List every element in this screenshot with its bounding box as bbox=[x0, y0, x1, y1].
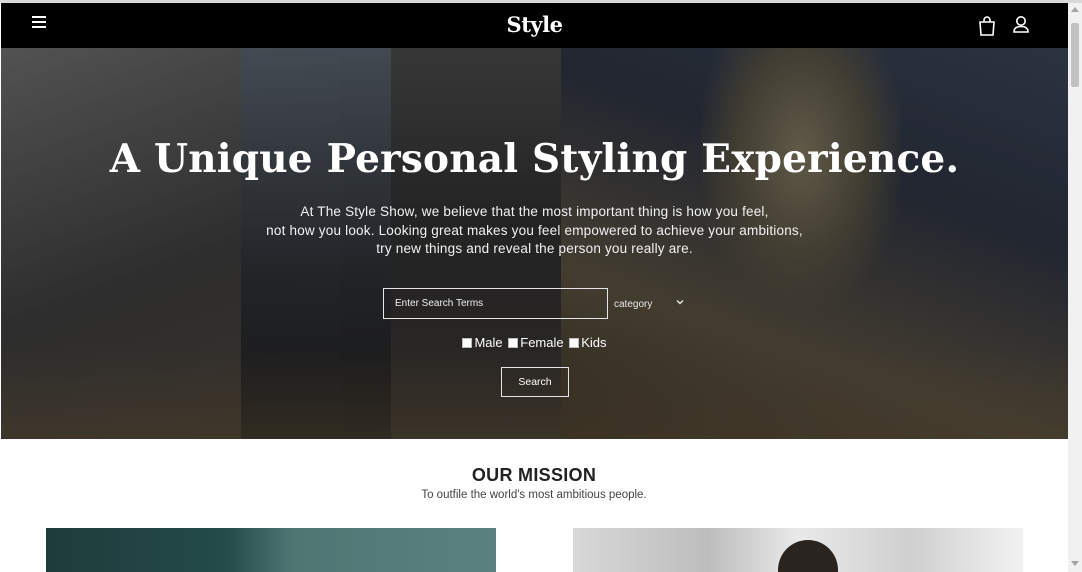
vertical-scrollbar[interactable] bbox=[1068, 3, 1082, 572]
mission-title: OUR MISSION bbox=[471, 465, 597, 485]
mission-image-right[interactable] bbox=[573, 528, 1023, 572]
hero-description-line: At The Style Show, we believe that the m… bbox=[300, 204, 769, 219]
checkbox-label: Male bbox=[474, 335, 503, 350]
search-input[interactable] bbox=[383, 288, 608, 319]
mission-subtitle: To outfile the world's most ambitious pe… bbox=[421, 489, 647, 501]
hero-title: A Unique Personal Styling Experience. bbox=[109, 136, 960, 182]
brand-logo[interactable]: Style bbox=[1, 12, 1068, 37]
scroll-down-arrow-icon[interactable] bbox=[1071, 561, 1079, 566]
checkbox-box[interactable] bbox=[462, 337, 473, 348]
user-account-icon[interactable] bbox=[1011, 14, 1031, 36]
shopping-bag-icon[interactable] bbox=[977, 15, 997, 37]
mission-image-left[interactable] bbox=[46, 528, 496, 572]
scroll-up-arrow-icon[interactable] bbox=[1071, 7, 1079, 12]
checkbox-box[interactable] bbox=[569, 337, 580, 348]
chevron-down-icon bbox=[676, 300, 684, 305]
checkbox-kids[interactable]: Kids bbox=[569, 335, 607, 350]
portrait-head bbox=[778, 540, 838, 572]
search-button[interactable]: Search bbox=[501, 367, 569, 397]
hero-description: At The Style Show, we believe that the m… bbox=[1, 203, 1068, 259]
checkbox-box[interactable] bbox=[508, 337, 519, 348]
navbar: Style bbox=[1, 3, 1068, 48]
checkbox-male[interactable]: Male bbox=[462, 335, 503, 350]
hero-banner: A Unique Personal Styling Experience. At… bbox=[1, 48, 1068, 439]
category-label: category bbox=[614, 298, 653, 310]
scrollbar-thumb[interactable] bbox=[1071, 23, 1079, 87]
checkbox-label: Kids bbox=[581, 335, 607, 350]
checkbox-female[interactable]: Female bbox=[508, 335, 564, 350]
category-dropdown[interactable]: category bbox=[614, 295, 689, 313]
hero-description-line: try new things and reveal the person you… bbox=[376, 241, 693, 256]
checkbox-label: Female bbox=[520, 335, 564, 350]
hero-description-line: not how you look. Looking great makes yo… bbox=[266, 222, 803, 238]
gender-filter: Male Female Kids bbox=[1, 335, 1068, 351]
